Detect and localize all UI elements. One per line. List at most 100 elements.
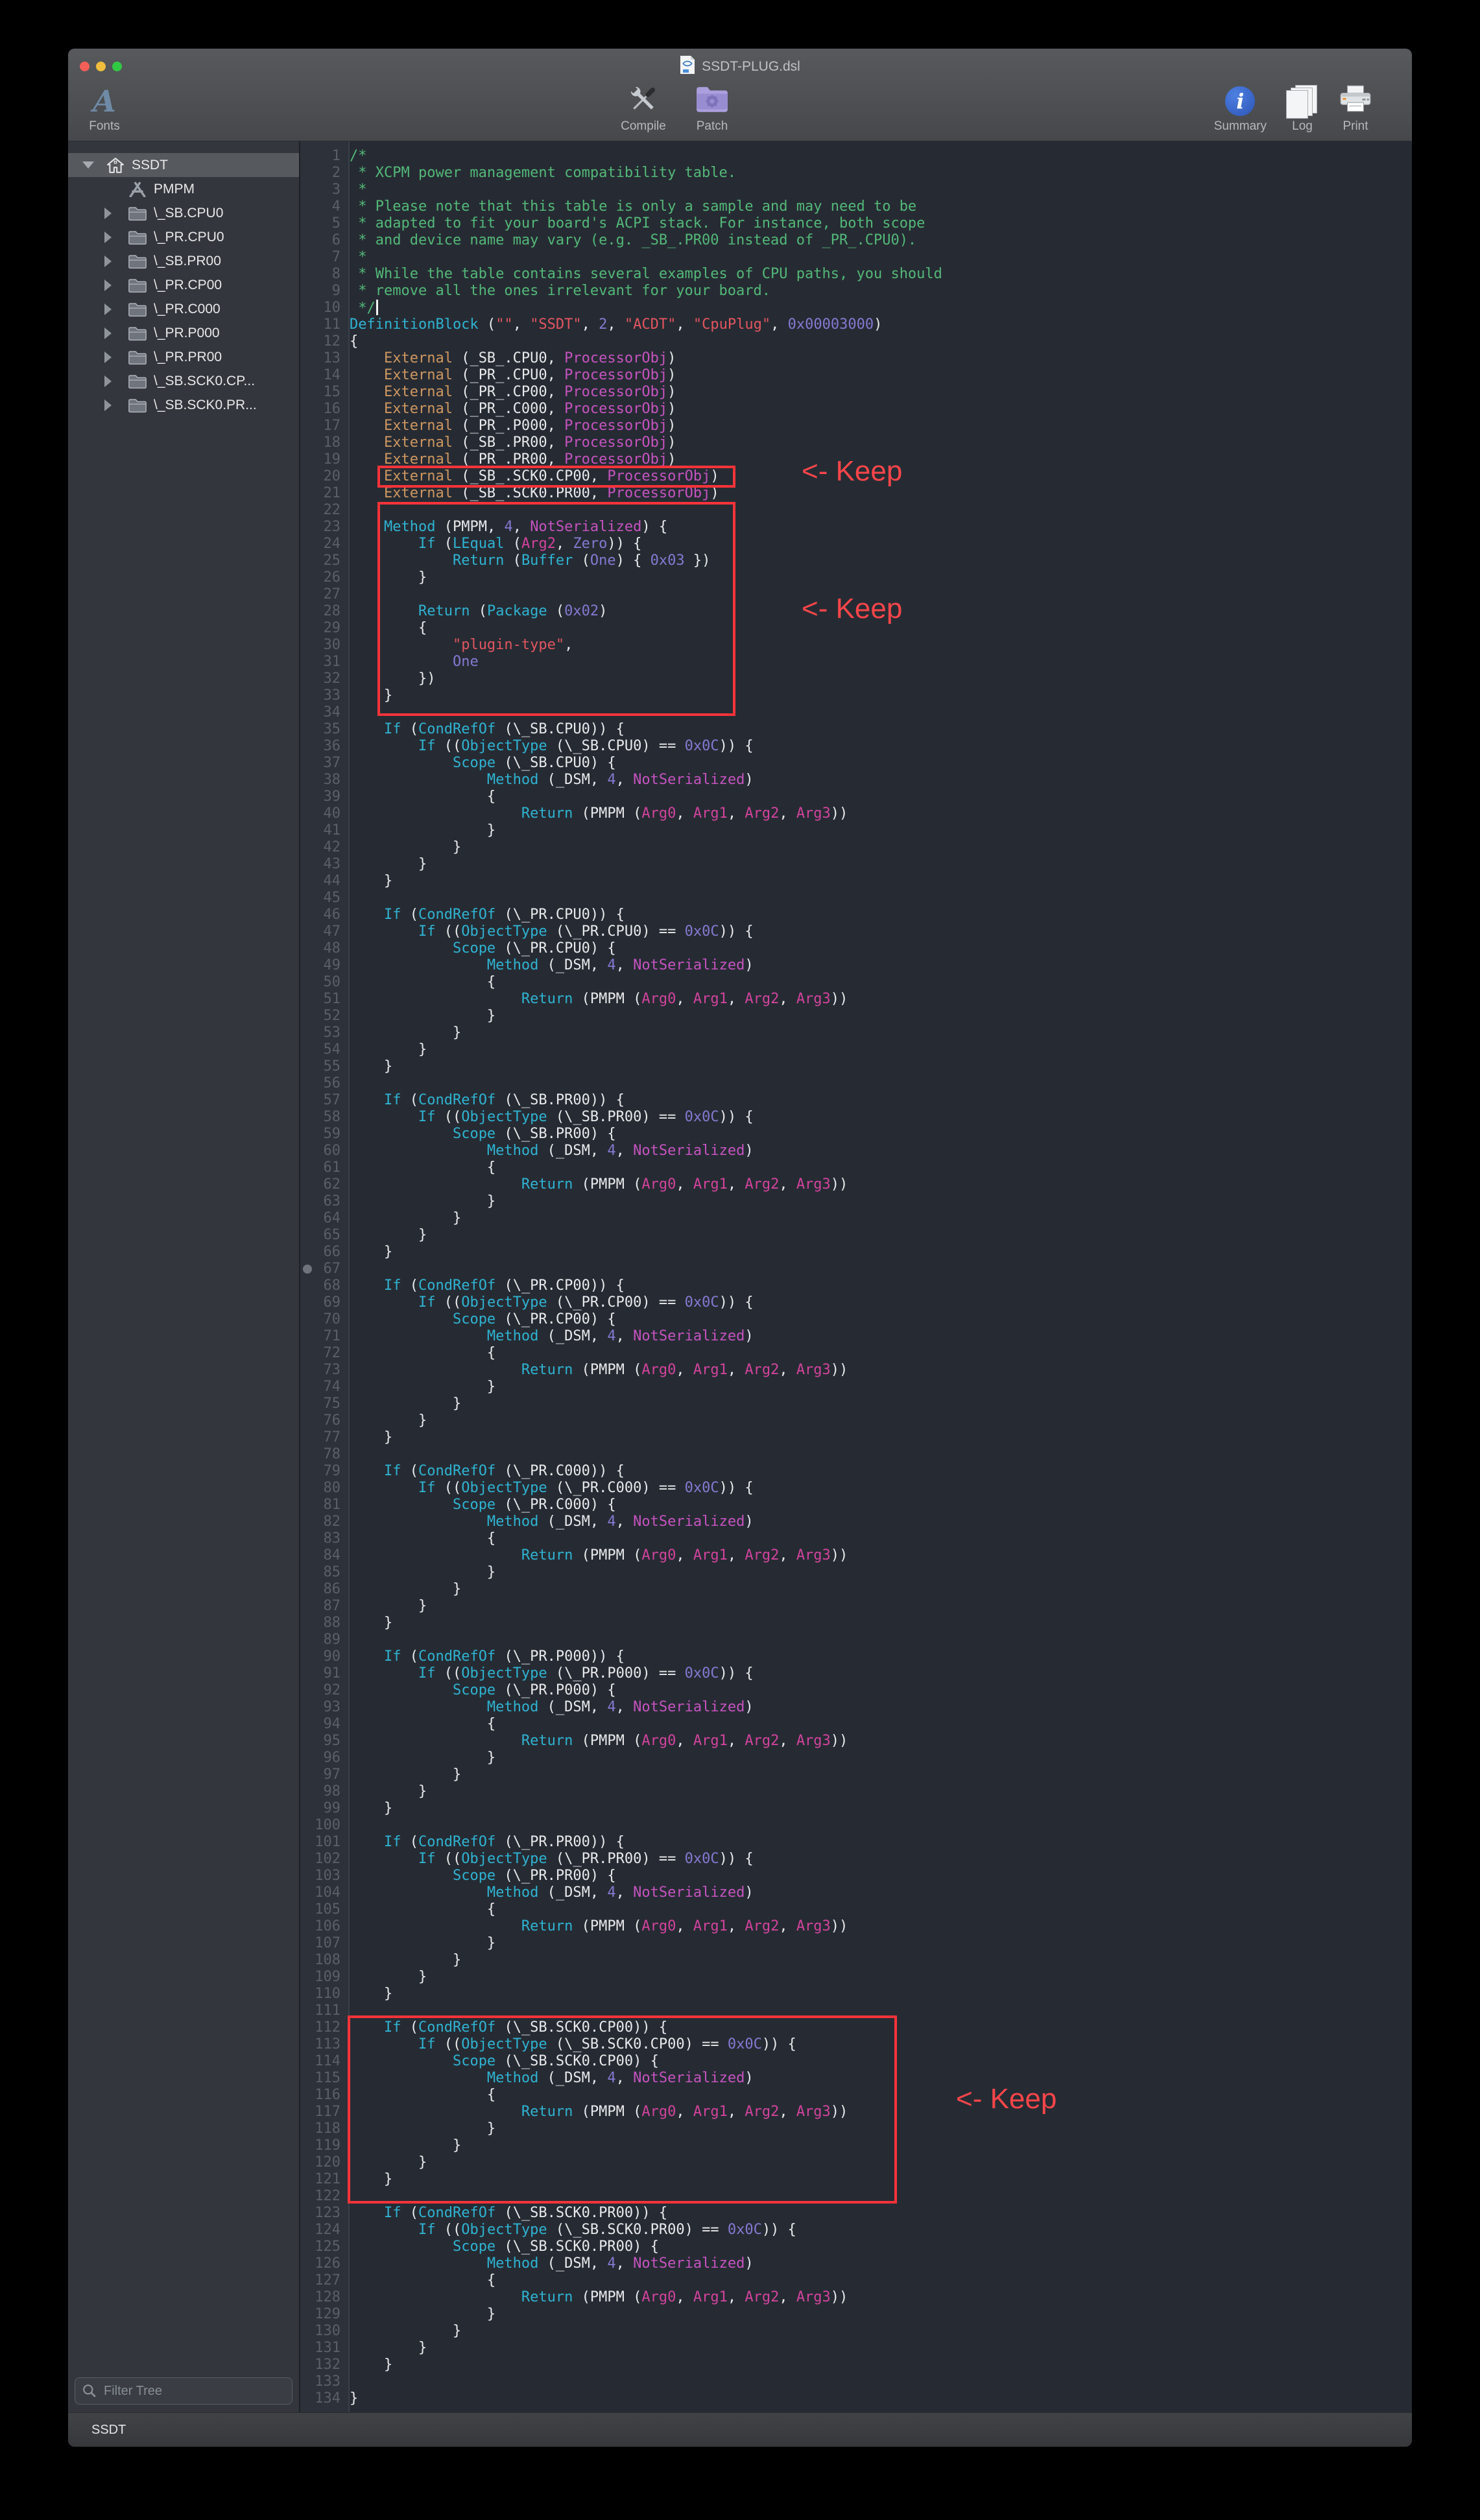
code-line[interactable]: 57 If (CondRefOf (\_SB.PR00)) { [300, 1092, 1412, 1109]
code-line[interactable]: 42 } [300, 839, 1412, 856]
code-line[interactable]: 16 External (_PR_.C000, ProcessorObj) [300, 401, 1412, 418]
sidebar-item-sb-sck0-cp[interactable]: \_SB.SCK0.CP... [68, 369, 299, 393]
chevron-right-icon[interactable] [104, 303, 112, 315]
print-button[interactable]: Print [1338, 83, 1373, 134]
filter-tree-input[interactable] [75, 2377, 292, 2405]
minimize-button[interactable] [96, 62, 106, 71]
code-line[interactable]: 132 } [300, 2357, 1412, 2373]
code-line[interactable]: 69 If ((ObjectType (\_PR.CP00) == 0x0C))… [300, 1294, 1412, 1311]
code-line[interactable]: 63 } [300, 1193, 1412, 1210]
code-line[interactable]: 131 } [300, 2340, 1412, 2357]
code-line[interactable]: 8 * While the table contains several exa… [300, 266, 1412, 283]
sidebar-item-sb-cpu0[interactable]: \_SB.CPU0 [68, 201, 299, 225]
code-line[interactable]: 14 External (_PR_.CPU0, ProcessorObj) [300, 367, 1412, 384]
sidebar-item-pr-cp00[interactable]: \_PR.CP00 [68, 273, 299, 297]
code-line[interactable]: 81 Scope (\_PR.C000) { [300, 1497, 1412, 1514]
code-line[interactable]: 12{ [300, 333, 1412, 350]
code-line[interactable]: 46 If (CondRefOf (\_PR.CPU0)) { [300, 907, 1412, 923]
sidebar-item-sb-sck0-pr[interactable]: \_SB.SCK0.PR... [68, 393, 299, 417]
code-editor[interactable]: 1/*2 * XCPM power management compatibili… [300, 141, 1412, 2412]
chevron-right-icon[interactable] [104, 232, 112, 243]
code-line[interactable]: 129 } [300, 2306, 1412, 2323]
sidebar-item-pr-p000[interactable]: \_PR.P000 [68, 321, 299, 345]
code-line[interactable]: 24 If (LEqual (Arg2, Zero)) { [300, 536, 1412, 553]
code-line[interactable]: 117 Return (PMPM (Arg0, Arg1, Arg2, Arg3… [300, 2104, 1412, 2121]
code-line[interactable]: 60 Method (_DSM, 4, NotSerialized) [300, 1143, 1412, 1159]
code-line[interactable]: 51 Return (PMPM (Arg0, Arg1, Arg2, Arg3)… [300, 991, 1412, 1008]
code-line[interactable]: 104 Method (_DSM, 4, NotSerialized) [300, 1884, 1412, 1901]
code-line[interactable]: 3 * [300, 182, 1412, 198]
code-line[interactable]: 56 [300, 1075, 1412, 1092]
code-line[interactable]: 40 Return (PMPM (Arg0, Arg1, Arg2, Arg3)… [300, 805, 1412, 822]
code-line[interactable]: 93 Method (_DSM, 4, NotSerialized) [300, 1699, 1412, 1716]
code-line[interactable]: 80 If ((ObjectType (\_PR.C000) == 0x0C))… [300, 1480, 1412, 1497]
sidebar-item-pr-pr00[interactable]: \_PR.PR00 [68, 345, 299, 369]
code-line[interactable]: 11DefinitionBlock ("", "SSDT", 2, "ACDT"… [300, 316, 1412, 333]
code-line[interactable]: 18 External (_SB_.PR00, ProcessorObj) [300, 434, 1412, 451]
code-line[interactable]: 77 } [300, 1429, 1412, 1446]
code-line[interactable]: 37 Scope (\_SB.CPU0) { [300, 755, 1412, 772]
code-line[interactable]: 10 */ [300, 300, 1412, 316]
code-line[interactable]: 21 External (_SB_.SCK0.PR00, ProcessorOb… [300, 485, 1412, 502]
code-line[interactable]: 103 Scope (\_PR.PR00) { [300, 1868, 1412, 1884]
code-line[interactable]: 53 } [300, 1025, 1412, 1041]
code-line[interactable]: 39 { [300, 789, 1412, 805]
code-line[interactable]: 52 } [300, 1008, 1412, 1025]
code-line[interactable]: 79 If (CondRefOf (\_PR.C000)) { [300, 1463, 1412, 1480]
code-line[interactable]: 101 If (CondRefOf (\_PR.PR00)) { [300, 1834, 1412, 1851]
code-line[interactable]: 70 Scope (\_PR.CP00) { [300, 1311, 1412, 1328]
code-line[interactable]: 85 } [300, 1564, 1412, 1581]
code-line[interactable]: 116 { [300, 2087, 1412, 2104]
code-line[interactable]: 90 If (CondRefOf (\_PR.P000)) { [300, 1648, 1412, 1665]
code-line[interactable]: 65 } [300, 1227, 1412, 1244]
code-line[interactable]: 121 } [300, 2171, 1412, 2188]
code-line[interactable]: 110 } [300, 1986, 1412, 2003]
code-line[interactable]: 98 } [300, 1783, 1412, 1800]
code-line[interactable]: 123 If (CondRefOf (\_SB.SCK0.PR00)) { [300, 2205, 1412, 2222]
titlebar[interactable]: SSDT-PLUG.dsl [68, 49, 1412, 84]
code-line[interactable]: 2 * XCPM power management compatibility … [300, 165, 1412, 182]
code-line[interactable]: 44 } [300, 873, 1412, 890]
code-line[interactable]: 130 } [300, 2323, 1412, 2340]
compile-button[interactable]: Compile [613, 83, 674, 134]
code-line[interactable]: 17 External (_PR_.P000, ProcessorObj) [300, 418, 1412, 434]
chevron-right-icon[interactable] [104, 351, 112, 363]
code-line[interactable]: 95 Return (PMPM (Arg0, Arg1, Arg2, Arg3)… [300, 1733, 1412, 1750]
code-line[interactable]: 107 } [300, 1935, 1412, 1952]
code-line[interactable]: 72 { [300, 1345, 1412, 1362]
code-line[interactable]: 48 Scope (\_PR.CPU0) { [300, 940, 1412, 957]
chevron-right-icon[interactable] [104, 399, 112, 411]
code-line[interactable]: 78 [300, 1446, 1412, 1463]
code-line[interactable]: 128 Return (PMPM (Arg0, Arg1, Arg2, Arg3… [300, 2289, 1412, 2306]
code-line[interactable]: 41 } [300, 822, 1412, 839]
code-line[interactable]: 113 If ((ObjectType (\_SB.SCK0.CP00) == … [300, 2036, 1412, 2053]
code-line[interactable]: 5 * adapted to fit your board's ACPI sta… [300, 215, 1412, 232]
code-line[interactable]: 30 "plugin-type", [300, 637, 1412, 654]
code-line[interactable]: 73 Return (PMPM (Arg0, Arg1, Arg2, Arg3)… [300, 1362, 1412, 1379]
code-line[interactable]: 100 [300, 1817, 1412, 1834]
chevron-right-icon[interactable] [104, 375, 112, 387]
chevron-down-icon[interactable] [82, 161, 94, 169]
code-line[interactable]: 119 } [300, 2137, 1412, 2154]
code-line[interactable]: 58 If ((ObjectType (\_SB.PR00) == 0x0C))… [300, 1109, 1412, 1126]
code-line[interactable]: 45 [300, 890, 1412, 907]
code-line[interactable]: 109 } [300, 1969, 1412, 1986]
code-line[interactable]: 115 Method (_DSM, 4, NotSerialized) [300, 2070, 1412, 2087]
chevron-right-icon[interactable] [104, 256, 112, 267]
code-line[interactable]: 111 [300, 2003, 1412, 2019]
code-line[interactable]: 114 Scope (\_SB.SCK0.CP00) { [300, 2053, 1412, 2070]
code-line[interactable]: 13 External (_SB_.CPU0, ProcessorObj) [300, 350, 1412, 367]
code-line[interactable]: 9 * remove all the ones irrelevant for y… [300, 283, 1412, 300]
code-line[interactable]: 6 * and device name may vary (e.g. _SB_.… [300, 232, 1412, 249]
code-line[interactable]: 126 Method (_DSM, 4, NotSerialized) [300, 2255, 1412, 2272]
sidebar-item-sb-pr00[interactable]: \_SB.PR00 [68, 249, 299, 273]
code-line[interactable]: 71 Method (_DSM, 4, NotSerialized) [300, 1328, 1412, 1345]
code-line[interactable]: 125 Scope (\_SB.SCK0.PR00) { [300, 2239, 1412, 2255]
code-line[interactable]: 33 } [300, 687, 1412, 704]
code-line[interactable]: 76 } [300, 1412, 1412, 1429]
code-line[interactable]: 23 Method (PMPM, 4, NotSerialized) { [300, 519, 1412, 536]
code-line[interactable]: 88 } [300, 1615, 1412, 1632]
code-line[interactable]: 105 { [300, 1901, 1412, 1918]
code-line[interactable]: 83 { [300, 1530, 1412, 1547]
code-line[interactable]: 124 If ((ObjectType (\_SB.SCK0.PR00) == … [300, 2222, 1412, 2239]
